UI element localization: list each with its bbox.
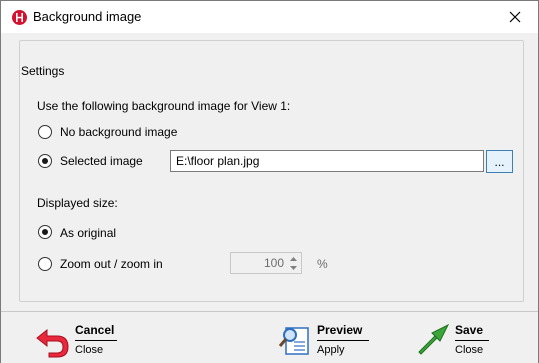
zoom-decrement-button[interactable]: [286, 263, 300, 272]
image-path-input[interactable]: [170, 150, 484, 172]
save-button[interactable]: Save Close: [415, 322, 515, 362]
browse-button[interactable]: ...: [486, 150, 513, 173]
save-sublabel: Close: [455, 344, 484, 356]
cancel-separator: [75, 340, 117, 341]
triangle-up-icon: [289, 256, 297, 261]
preview-button[interactable]: Preview Apply: [277, 322, 387, 362]
selected-image-radio[interactable]: [38, 154, 52, 168]
save-arrow-icon: [418, 323, 450, 355]
save-separator: [455, 340, 489, 341]
triangle-down-icon: [289, 265, 297, 270]
preview-sublabel: Apply: [317, 344, 345, 356]
app-logo-icon: [12, 10, 27, 25]
preview-separator: [317, 340, 369, 341]
intro-label: Use the following background image for V…: [37, 99, 291, 113]
close-icon: [509, 11, 521, 22]
as-original-label[interactable]: As original: [60, 226, 116, 240]
window-title: Background image: [33, 9, 142, 24]
zoom-unit: %: [317, 257, 328, 271]
cancel-button[interactable]: Cancel Close: [35, 322, 135, 362]
no-background-radio[interactable]: [38, 125, 52, 139]
footer-bar: Cancel Close Preview Apply Save Close: [1, 311, 538, 363]
zoom-radio[interactable]: [38, 257, 52, 271]
preview-document-icon: [278, 327, 309, 355]
settings-group-label: Settings: [21, 64, 65, 78]
close-button[interactable]: [492, 1, 538, 32]
undo-arrow-icon: [36, 328, 69, 358]
displayed-size-label: Displayed size:: [37, 196, 118, 210]
cancel-sublabel: Close: [75, 344, 104, 356]
zoom-value: 100: [263, 256, 284, 270]
preview-label: Preview: [317, 323, 363, 337]
zoom-label[interactable]: Zoom out / zoom in: [60, 257, 163, 271]
cancel-label: Cancel: [75, 323, 115, 337]
selected-image-label[interactable]: Selected image: [60, 154, 143, 168]
zoom-increment-button[interactable]: [286, 254, 300, 263]
title-bar: Background image: [1, 1, 538, 33]
save-label: Save: [455, 323, 484, 337]
zoom-stepper[interactable]: 100: [230, 252, 302, 274]
background-image-dialog: Background image Settings Use the follow…: [0, 0, 539, 363]
no-background-label[interactable]: No background image: [60, 125, 177, 139]
as-original-radio[interactable]: [38, 225, 52, 239]
